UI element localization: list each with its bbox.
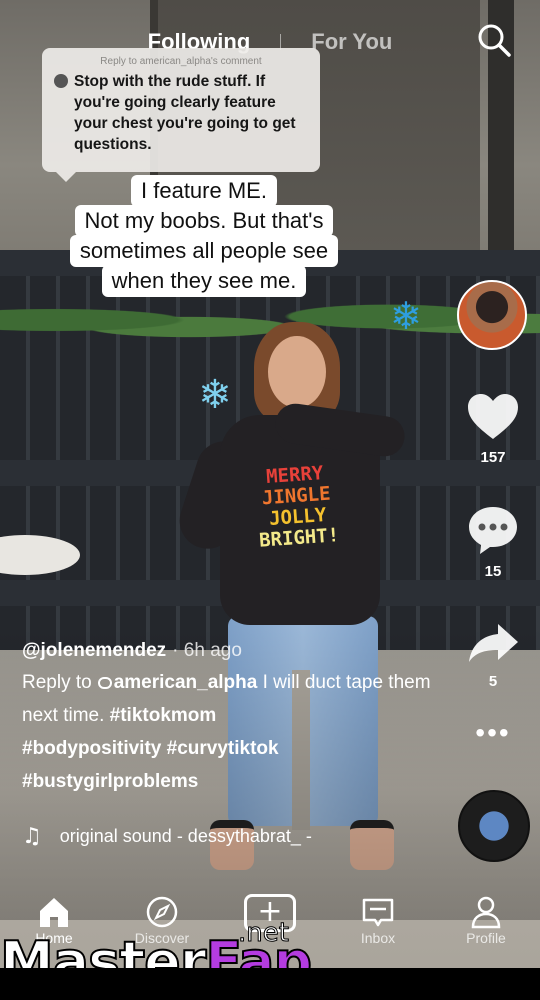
share-icon	[469, 624, 518, 662]
post-info: @jolenemendez · 6h ago Reply to american_a…	[22, 640, 442, 798]
commenter-avatar-icon	[54, 74, 68, 88]
nav-profile[interactable]: Profile	[441, 894, 531, 946]
reply-prefix: Reply to	[22, 672, 92, 693]
comment-mention-icon	[97, 677, 112, 689]
inbox-icon	[362, 898, 394, 927]
search-icon[interactable]	[476, 22, 512, 58]
post-time: · 6h ago	[172, 640, 242, 661]
video-caption: I feature ME. Not my boobs. But that's s…	[44, 175, 364, 297]
sound-title: original sound - dessythabrat_ -	[59, 826, 312, 846]
person-face	[268, 336, 326, 408]
comment-body: Stop with the rude stuff. If you're goin…	[54, 71, 308, 155]
author-line: @jolenemendez · 6h ago	[22, 640, 442, 662]
author-name[interactable]: @jolenemendez	[22, 640, 166, 661]
caption-line: sometimes all people see	[69, 235, 339, 267]
comment-icon	[469, 507, 517, 554]
music-note-icon: ♫	[22, 824, 42, 849]
comment-text: Stop with the rude stuff. If you're goin…	[74, 73, 296, 153]
sound-link[interactable]: ♫ original sound - dessythabrat_ -	[22, 824, 442, 849]
music-disc[interactable]	[458, 790, 530, 862]
caption-line: I feature ME.	[131, 175, 277, 207]
comment-count: 15	[484, 563, 502, 580]
share-count: 5	[488, 673, 498, 690]
nav-profile-label: Profile	[466, 930, 506, 946]
caption-line: Not my boobs. But that's	[74, 205, 334, 237]
shirt-print: MERRY JINGLE JOLLY BRIGHT!	[229, 461, 365, 554]
like-button[interactable]: 157	[460, 392, 526, 466]
nav-inbox[interactable]: Inbox	[333, 894, 423, 946]
mention-link[interactable]: american_alpha	[114, 672, 258, 693]
heart-icon	[468, 394, 518, 439]
share-button[interactable]: 5	[460, 620, 526, 690]
hashtag-link[interactable]: #tiktokmom	[110, 705, 217, 726]
system-bar	[0, 968, 540, 1000]
more-icon[interactable]: •••	[460, 718, 526, 748]
post-description: Reply to american_alpha I will duct tape …	[22, 666, 442, 798]
hashtag-link[interactable]: #bustygirlproblems	[22, 771, 198, 792]
author-avatar[interactable]	[457, 280, 527, 350]
tab-for-you[interactable]: For You	[311, 29, 392, 55]
hashtag-link[interactable]: #bodypositivity #curvytiktok	[22, 738, 279, 759]
reply-to-label: Reply to american_alpha's comment	[100, 56, 262, 67]
caption-line: when they see me.	[101, 265, 307, 297]
like-count: 157	[480, 449, 506, 466]
comment-button[interactable]: 15	[460, 504, 526, 580]
nav-inbox-label: Inbox	[360, 930, 396, 946]
profile-icon	[471, 896, 501, 929]
reply-comment-card[interactable]: Reply to american_alpha's comment Stop w…	[42, 48, 320, 182]
